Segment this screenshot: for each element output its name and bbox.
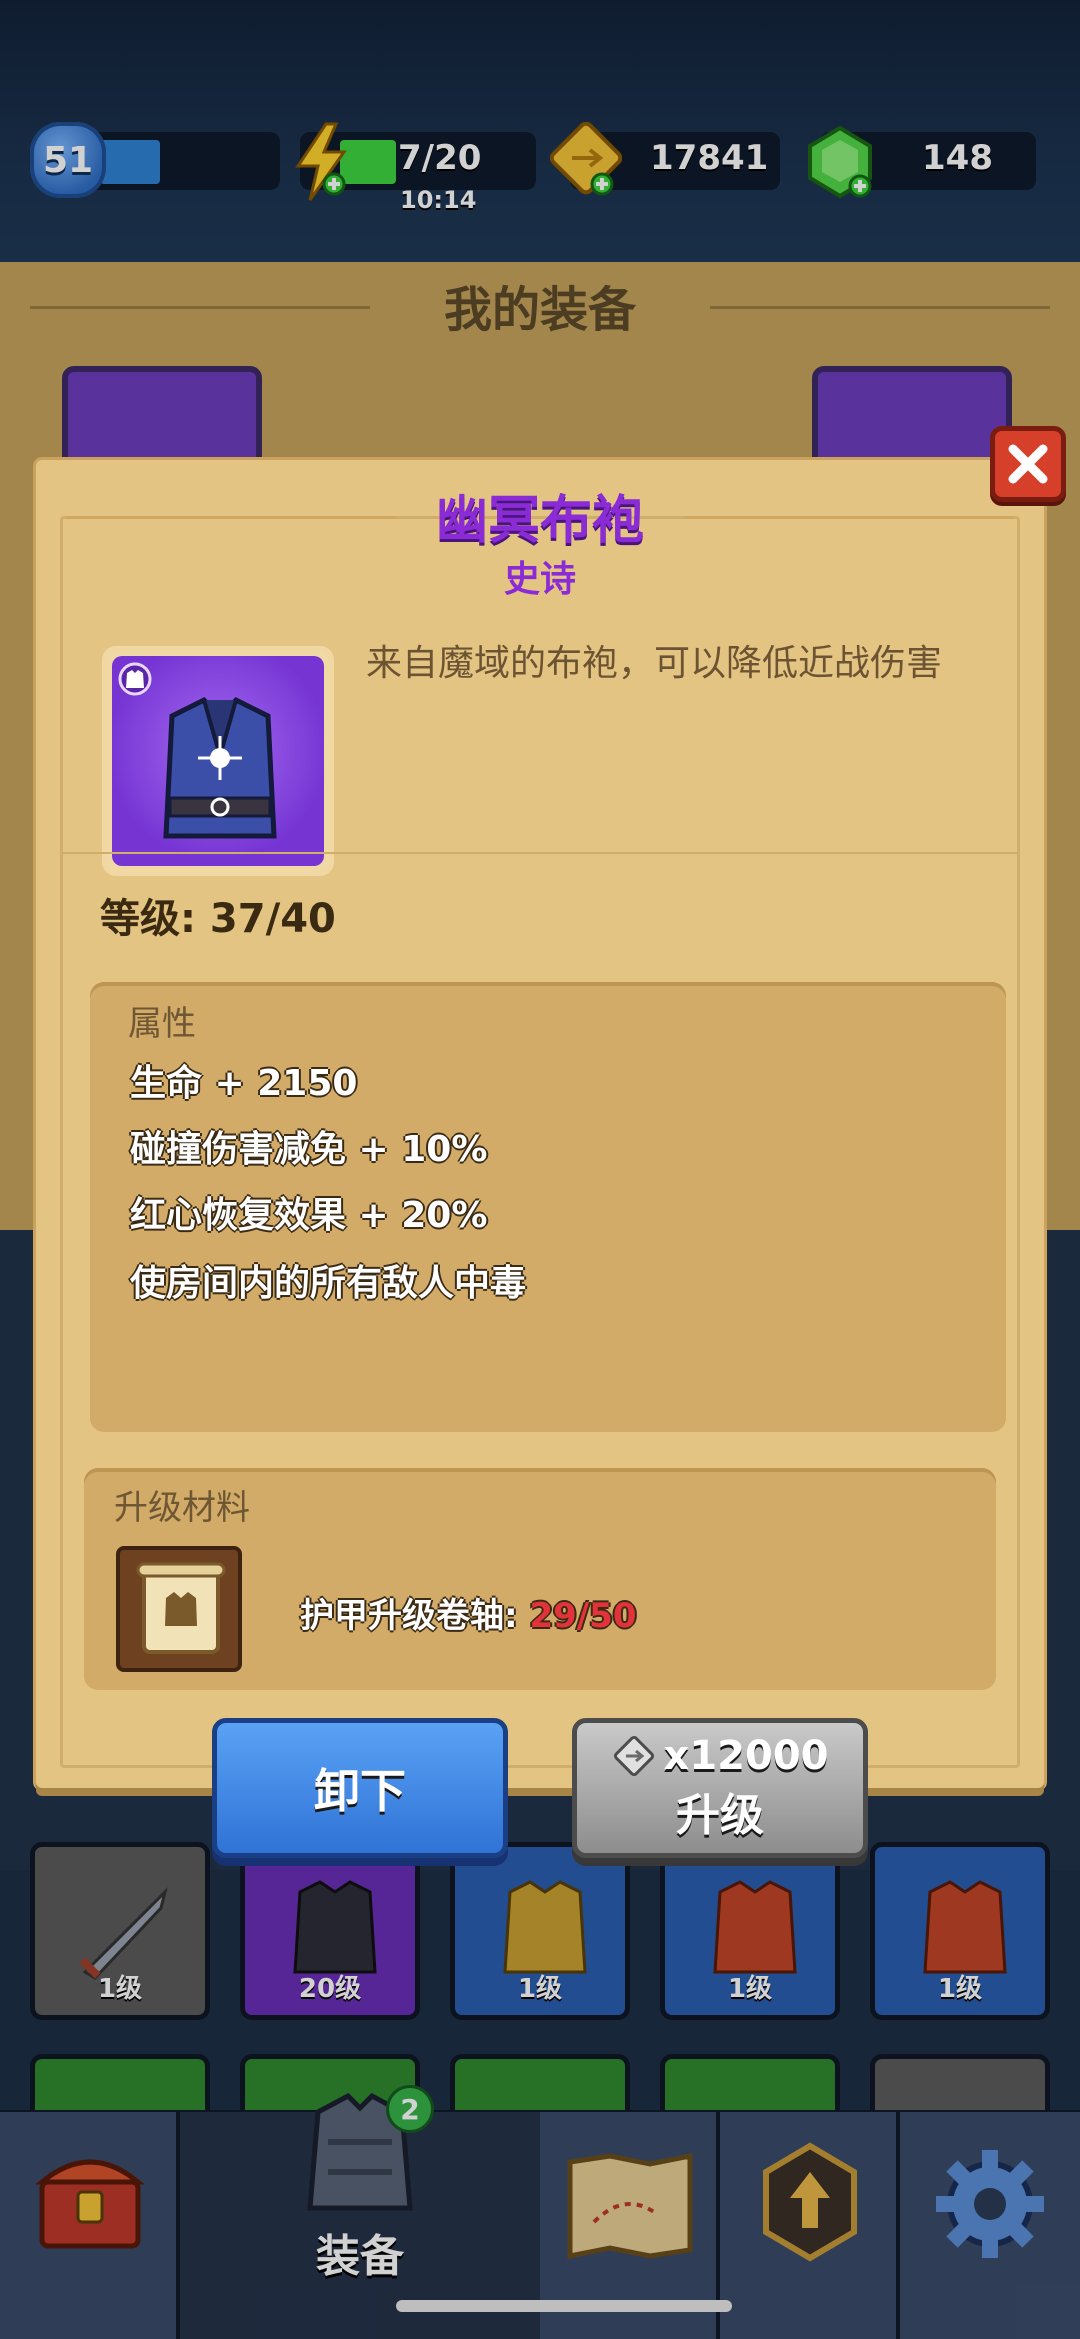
- upgrade-material-label: 护甲升级卷轴: 29/50: [300, 1588, 636, 1637]
- item-description: 来自魔域的布袍，可以降低近战伤害: [366, 643, 943, 684]
- item-portrait: [102, 646, 334, 876]
- robe-icon: [163, 696, 277, 839]
- item-name: 幽冥布袍: [435, 491, 644, 551]
- detail-divider: [60, 852, 1020, 854]
- attribute-line: 红心恢复效果 + 20%: [130, 1195, 488, 1236]
- upgrade-label: 升级: [676, 1790, 764, 1841]
- attribute-line: 使房间内的所有敌人中毒: [130, 1263, 527, 1304]
- scroll-icon: [136, 1562, 226, 1654]
- material-count: 29/50: [529, 1596, 637, 1636]
- gold-coin-icon: [613, 1735, 654, 1777]
- item-rarity: 史诗: [503, 559, 576, 600]
- upgrade-cost-value: x12000: [663, 1733, 829, 1779]
- upgrade-scroll-slot[interactable]: [116, 1546, 242, 1672]
- upgrade-button[interactable]: x12000 升级: [572, 1718, 868, 1858]
- unequip-label: 卸下: [314, 1764, 406, 1818]
- attribute-line: 碰撞伤害减免 + 10%: [130, 1129, 488, 1170]
- materials-title: 升级材料: [114, 1488, 250, 1528]
- attributes-title: 属性: [128, 1004, 196, 1044]
- material-name: 护甲升级卷轴:: [300, 1596, 530, 1636]
- upgrade-cost: x12000: [612, 1733, 829, 1779]
- item-level: 等级: 37/40: [100, 896, 336, 942]
- unequip-button[interactable]: 卸下: [212, 1718, 508, 1858]
- attribute-line: 生命 + 2150: [130, 1063, 358, 1104]
